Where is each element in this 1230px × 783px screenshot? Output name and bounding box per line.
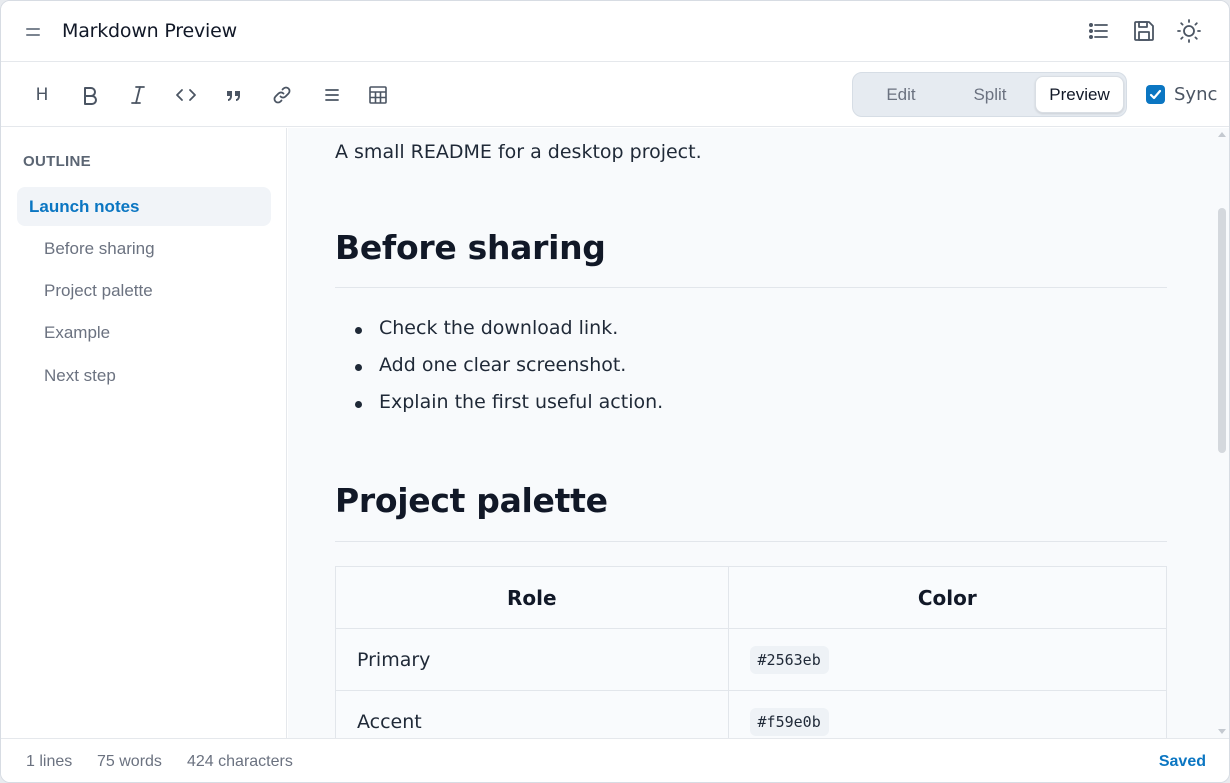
title-bar: Markdown Preview	[1, 1, 1229, 62]
preview-scrollbar[interactable]	[1214, 128, 1229, 738]
table-cell: #f59e0b	[727, 690, 1168, 738]
status-bar: 1 lines 75 words 424 characters Saved	[1, 738, 1229, 782]
table-icon	[369, 86, 387, 104]
heading-icon: H	[35, 85, 49, 105]
view-mode-switcher: Edit Split Preview	[852, 72, 1127, 117]
table-row: Accent #f59e0b	[335, 690, 1168, 738]
intro-paragraph: A small README for a desktop project.	[335, 141, 702, 163]
code-icon	[176, 89, 196, 101]
outline-sidebar: OUTLINE Launch notes Before sharing Proj…	[1, 128, 287, 738]
inline-code: #2563eb	[749, 645, 829, 674]
table-row: Primary #2563eb	[335, 628, 1168, 691]
table-header: Color	[727, 566, 1168, 629]
quote-icon	[227, 91, 240, 101]
sync-checkbox[interactable]	[1146, 84, 1165, 104]
heading-button[interactable]: H	[28, 81, 56, 109]
outline-heading: OUTLINE	[23, 153, 91, 170]
scroll-thumb[interactable]	[1218, 208, 1226, 453]
theme-sun-icon[interactable]	[1176, 18, 1202, 44]
palette-table: Role Color Primary #2563eb Accent #f59e0…	[335, 566, 1168, 738]
outline-item-example[interactable]: Example	[17, 313, 271, 352]
preview-pane: A small README for a desktop project. Be…	[288, 128, 1229, 738]
list-button[interactable]	[318, 81, 346, 109]
heading-divider	[335, 541, 1167, 542]
checklist: Check the download link. Add one clear s…	[335, 317, 663, 428]
list-item: Check the download link.	[335, 317, 663, 354]
outline-item-before-sharing[interactable]: Before sharing	[17, 229, 271, 268]
section-heading: Before sharing	[335, 228, 606, 267]
sync-label: Sync	[1174, 83, 1218, 105]
link-button[interactable]	[268, 81, 296, 109]
save-icon[interactable]	[1131, 18, 1157, 44]
view-preview-button[interactable]: Preview	[1035, 76, 1124, 113]
italic-icon	[131, 86, 145, 104]
view-edit-button[interactable]: Edit	[857, 76, 945, 113]
line-count: 1 lines	[26, 753, 73, 770]
list-item: Explain the first useful action.	[335, 391, 663, 428]
sync-toggle[interactable]: Sync	[1146, 83, 1217, 105]
table-header: Role	[335, 566, 729, 629]
scroll-up-arrow-icon[interactable]	[1218, 132, 1226, 137]
list-icon	[325, 89, 339, 101]
outline-item-launch-notes[interactable]: Launch notes	[17, 187, 271, 226]
outline-item-project-palette[interactable]: Project palette	[17, 271, 271, 310]
app-window: Markdown Preview H Edit Split Preview Sy…	[0, 0, 1230, 783]
app-title: Markdown Preview	[62, 20, 237, 42]
outline-item-next-step[interactable]: Next step	[17, 356, 271, 395]
code-button[interactable]	[172, 81, 200, 109]
checkmark-icon	[1149, 89, 1162, 99]
bold-icon	[84, 87, 97, 105]
save-status: Saved	[1158, 753, 1206, 770]
table-button[interactable]	[364, 81, 392, 109]
heading-divider	[335, 287, 1167, 288]
link-icon	[273, 86, 291, 104]
table-header-row: Role Color	[335, 566, 1168, 629]
character-count: 424 characters	[187, 753, 293, 770]
italic-button[interactable]	[124, 81, 152, 109]
list-item: Add one clear screenshot.	[335, 354, 663, 391]
view-split-button[interactable]: Split	[946, 76, 1034, 113]
quote-button[interactable]	[220, 81, 248, 109]
table-cell: #2563eb	[727, 628, 1168, 691]
scroll-down-arrow-icon[interactable]	[1218, 729, 1226, 734]
section-heading: Project palette	[335, 481, 608, 520]
inline-code: #f59e0b	[749, 707, 829, 736]
bold-button[interactable]	[76, 81, 104, 109]
word-count: 75 words	[97, 753, 162, 770]
table-cell: Accent	[335, 690, 729, 738]
table-cell: Primary	[335, 628, 729, 691]
outline-list-icon[interactable]	[1086, 18, 1112, 44]
menu-icon[interactable]	[19, 21, 47, 43]
